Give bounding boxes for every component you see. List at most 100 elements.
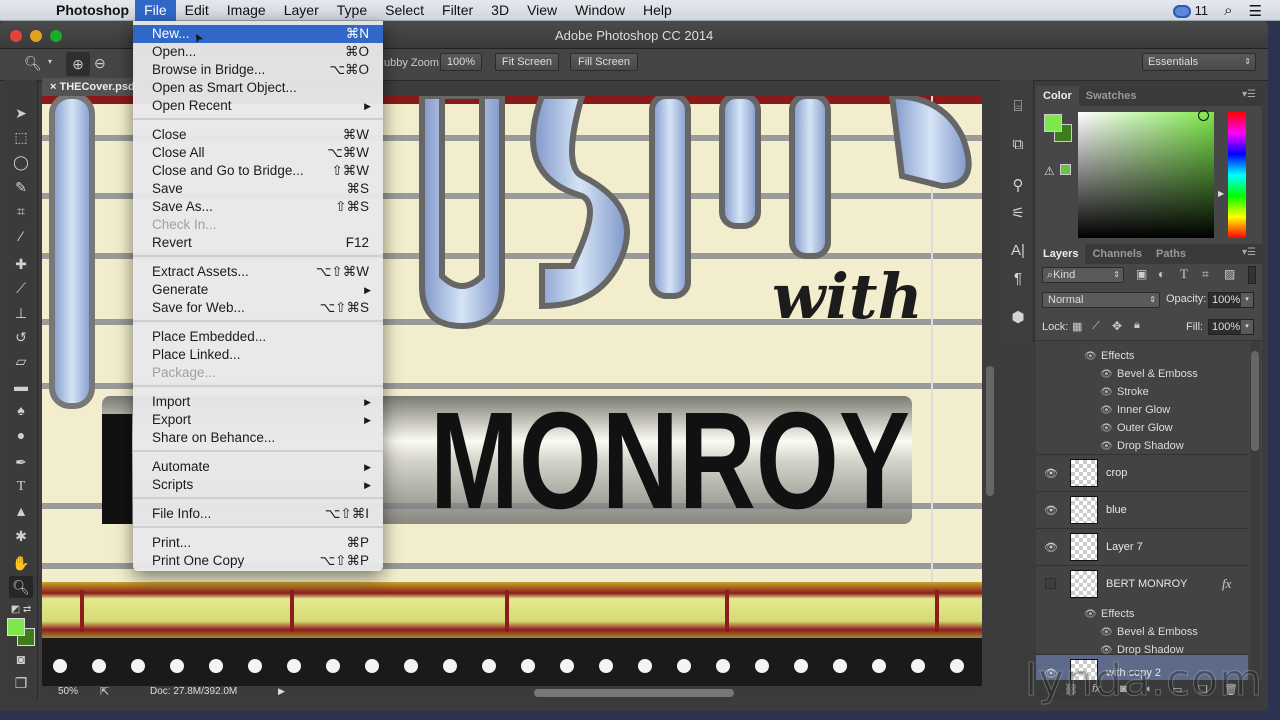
healing-brush-tool-icon[interactable]: ✚ [9,253,33,275]
character-panel-icon[interactable]: A| [1006,242,1030,259]
zoom-100-button[interactable]: 100% [440,53,482,71]
file-menu-item-print[interactable]: Print... ⌘P [133,534,383,552]
filter-smart-object-icon[interactable]: ▨ [1224,267,1235,281]
out-of-gamut-warning-icon[interactable]: ⚠ [1044,164,1055,178]
tab-swatches[interactable]: Swatches [1079,86,1144,106]
file-menu-item-place-linked[interactable]: Place Linked... [133,346,383,364]
file-menu-item-save[interactable]: Save ⌘S [133,180,383,198]
filter-adjustment-icon[interactable]: ◐ [1158,267,1165,281]
fill-field[interactable]: 100% ▾ [1208,319,1254,335]
horizontal-scrollbar[interactable] [534,689,734,697]
filter-shape-icon[interactable]: ⌗ [1202,267,1209,282]
crop-tool-icon[interactable]: ⌗ [9,200,33,222]
eye-icon[interactable]: 👁︎ [1084,609,1097,620]
menu-layer[interactable]: Layer [275,0,328,21]
eye-icon[interactable]: 👁︎ [1100,627,1113,638]
screen-mode-icon[interactable]: ❐ [9,672,33,694]
quick-selection-tool-icon[interactable]: ✎ [9,176,33,198]
3d-panel-icon[interactable]: ⬢ [1006,308,1030,326]
effect-item[interactable]: 👁︎ Outer Glow [1100,422,1173,434]
zoom-in-icon[interactable]: ⊕ [66,52,90,76]
effect-item[interactable]: 👁︎ Drop Shadow [1100,440,1184,452]
filter-pixel-icon[interactable]: ▣ [1136,267,1147,281]
effect-item[interactable]: 👁︎ Bevel & Emboss [1100,626,1198,638]
preset-dropdown-arrow-icon[interactable]: ▾ [48,57,52,66]
panel-menu-icon[interactable]: ▾☰ [1242,89,1256,100]
file-menu-item-automate[interactable]: Automate ▶ [133,458,383,476]
fill-dropdown-icon[interactable]: ▾ [1241,320,1253,334]
quick-mask-icon[interactable]: ◙ [9,648,33,670]
dodge-tool-icon[interactable]: ● [9,424,33,446]
file-menu-item-save-for-web[interactable]: Save for Web... ⌥⇧⌘S [133,299,383,317]
lock-position-icon[interactable]: ✥ [1112,319,1122,333]
file-menu-item-save-as[interactable]: Save As... ⇧⌘S [133,198,383,216]
file-menu-item-share-on-behance[interactable]: Share on Behance... [133,429,383,447]
eye-icon[interactable]: 👁︎ [1084,351,1097,362]
menu-help[interactable]: Help [634,0,681,21]
menu-window[interactable]: Window [566,0,634,21]
paragraph-panel-icon[interactable]: ¶ [1006,270,1030,287]
share-icon[interactable]: ⇱ [100,685,109,698]
spotlight-search-icon[interactable]: ⌕ [1224,2,1232,19]
close-window-button[interactable] [10,30,22,42]
clone-stamp-tool-icon[interactable]: ⊥ [9,302,33,324]
file-menu-item-close[interactable]: Close ⌘W [133,126,383,144]
history-brush-tool-icon[interactable]: ↺ [9,326,33,348]
custom-shape-tool-icon[interactable]: ✱ [9,525,33,547]
lock-transparent-pixels-icon[interactable]: ▦ [1072,320,1082,333]
tab-layers[interactable]: Layers [1036,244,1086,264]
vertical-scrollbar[interactable] [984,96,996,686]
eye-icon[interactable]: 👁︎ [1100,423,1113,434]
file-menu-item-close-and-go-to-bridge[interactable]: Close and Go to Bridge... ⇧⌘W [133,162,383,180]
notification-center-icon[interactable]: ☰ [1249,2,1262,20]
file-menu-item-file-info[interactable]: File Info... ⌥⇧⌘I [133,505,383,523]
color-picker-circle[interactable] [1198,110,1209,121]
hue-slider-handle-icon[interactable]: ▶ [1218,189,1224,198]
fit-screen-button[interactable]: Fit Screen [495,53,559,71]
menu-edit[interactable]: Edit [176,0,218,21]
layers-scrollbar[interactable] [1250,341,1260,680]
file-menu-item-revert[interactable]: Revert F12 [133,234,383,252]
opacity-field[interactable]: 100% ▾ [1208,292,1254,308]
color-foreground-swatch[interactable] [1044,114,1062,132]
history-panel-icon[interactable]: ⌸ [1006,98,1030,115]
effect-item[interactable]: 👁︎ Stroke [1100,386,1149,398]
file-menu-item-open-as-smart-object[interactable]: Open as Smart Object... [133,79,383,97]
layer-filter-kind-select[interactable]: ⌕Kind ⇕ [1042,267,1124,283]
properties-panel-icon[interactable]: ⧉ [1006,136,1030,153]
layer-row-blue[interactable]: 👁︎ blue [1036,492,1248,529]
foreground-color-swatch[interactable] [7,618,25,636]
workspace-select[interactable]: Essentials ⇕ [1142,53,1256,71]
eraser-tool-icon[interactable]: ▱ [9,350,33,372]
file-menu-item-open-recent[interactable]: Open Recent ▶ [133,97,383,115]
visibility-eye-icon[interactable]: 👁︎ [1044,541,1058,554]
file-menu-item-print-one-copy[interactable]: Print One Copy ⌥⇧⌘P [133,552,383,570]
path-selection-tool-icon[interactable]: ▲ [9,500,33,522]
layers-scroll-thumb[interactable] [1251,351,1259,451]
lock-image-pixels-icon[interactable]: ⟋ [1092,320,1100,333]
type-tool-icon[interactable]: T [9,476,33,498]
saturation-brightness-field[interactable] [1078,112,1214,238]
web-safe-color-swatch[interactable] [1060,164,1071,175]
layer-row-crop[interactable]: 👁︎ crop [1036,455,1248,492]
tab-paths[interactable]: Paths [1149,244,1193,264]
layers-panel-menu-icon[interactable]: ▾☰ [1242,247,1256,258]
opacity-dropdown-icon[interactable]: ▾ [1241,293,1253,307]
filter-type-icon[interactable]: T [1180,266,1188,282]
tab-color[interactable]: Color [1036,86,1079,106]
eye-icon[interactable]: 👁︎ [1100,387,1113,398]
menu-image[interactable]: Image [218,0,275,21]
document-size[interactable]: Doc: 27.8M/392.0M [150,686,237,697]
lasso-tool-icon[interactable]: ◯ [9,151,33,173]
layer-row-layer-7[interactable]: 👁︎ Layer 7 [1036,529,1248,566]
document-tab[interactable]: × THECover.psd [42,78,138,96]
menu-view[interactable]: View [518,0,566,21]
brush-tool-icon[interactable]: ⟋ [9,277,33,299]
creative-cloud-status[interactable]: 11 [1173,3,1208,19]
hand-tool-icon[interactable]: ✋ [9,552,33,574]
move-tool-icon[interactable]: ➤ [9,102,33,124]
file-menu-item-import[interactable]: Import ▶ [133,393,383,411]
file-menu-item-place-embedded[interactable]: Place Embedded... [133,328,383,346]
zoom-tool-preset-icon[interactable]: 🔍︎ [24,55,42,72]
menu-select[interactable]: Select [376,0,433,21]
